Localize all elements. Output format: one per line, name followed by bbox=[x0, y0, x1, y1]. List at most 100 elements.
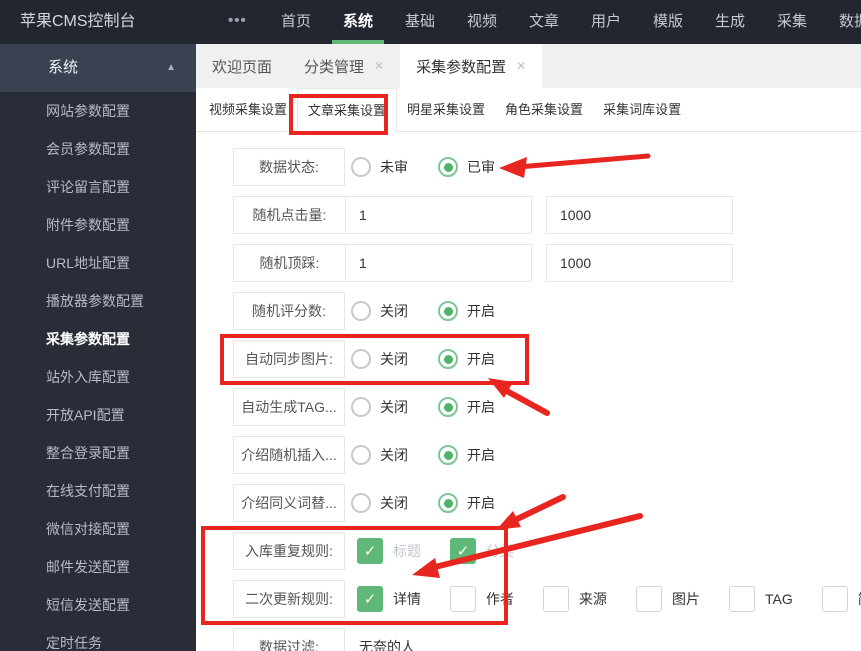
options: 无奈的人 bbox=[351, 637, 415, 651]
app-title: 苹果CMS控制台 bbox=[20, 13, 136, 30]
radio-checked-icon[interactable] bbox=[438, 157, 458, 177]
checkbox-checked-icon[interactable]: ✓ bbox=[357, 586, 383, 612]
sidebar-item-7[interactable]: 站外入库配置 bbox=[0, 358, 196, 396]
checkbox-checked-icon[interactable]: ✓ bbox=[357, 538, 383, 564]
checkbox-option[interactable]: ✓ 分类 bbox=[450, 538, 514, 564]
radio-checked-icon[interactable] bbox=[438, 349, 458, 369]
radio-dot bbox=[357, 499, 366, 508]
radio-option[interactable]: 开启 bbox=[438, 493, 495, 513]
close-icon[interactable]: ✕ bbox=[374, 59, 384, 73]
radio-checked-icon[interactable] bbox=[438, 301, 458, 321]
radio-checked-icon[interactable] bbox=[438, 493, 458, 513]
top-navigation: 首页系统基础视频文章用户模版生成采集数据 bbox=[280, 0, 861, 44]
options: 关闭 开启 bbox=[351, 349, 525, 369]
nav-item-2[interactable]: 基础 bbox=[404, 0, 436, 44]
text-input[interactable] bbox=[546, 244, 733, 282]
checkbox-label: 标题 bbox=[393, 543, 421, 559]
nav-item-0[interactable]: 首页 bbox=[280, 0, 312, 44]
subtab-2[interactable]: 明星采集设置 bbox=[397, 88, 495, 131]
checkbox-option[interactable]: 图片 bbox=[636, 586, 700, 612]
checkbox-option[interactable]: 来源 bbox=[543, 586, 607, 612]
sidebar-item-12[interactable]: 邮件发送配置 bbox=[0, 548, 196, 586]
checkbox-unchecked-icon[interactable] bbox=[821, 586, 848, 612]
nav-item-5[interactable]: 用户 bbox=[590, 0, 622, 44]
text-input[interactable] bbox=[346, 246, 531, 280]
radio-option[interactable]: 未审 bbox=[351, 157, 408, 177]
nav-item-3[interactable]: 视频 bbox=[466, 0, 498, 44]
radio-unchecked-icon[interactable] bbox=[351, 493, 371, 513]
radio-checked-icon[interactable] bbox=[438, 397, 458, 417]
radio-unchecked-icon[interactable] bbox=[351, 397, 371, 417]
subtab-3[interactable]: 角色采集设置 bbox=[495, 88, 593, 131]
sidebar-item-0[interactable]: 网站参数配置 bbox=[0, 92, 196, 130]
radio-dot bbox=[443, 450, 453, 460]
radio-option[interactable]: 开启 bbox=[438, 397, 495, 417]
checkbox-unchecked-icon[interactable] bbox=[729, 586, 755, 612]
row-label: 二次更新规则: bbox=[233, 580, 345, 618]
menu-ellipsis-icon[interactable]: ••• bbox=[228, 0, 247, 42]
tab-0[interactable]: 欢迎页面 bbox=[196, 44, 288, 88]
sidebar-item-13[interactable]: 短信发送配置 bbox=[0, 586, 196, 624]
radio-label: 未审 bbox=[380, 159, 408, 175]
tab-2[interactable]: 采集参数配置 ✕ bbox=[400, 44, 543, 88]
checkbox-unchecked-icon[interactable] bbox=[636, 586, 662, 612]
checkbox-unchecked-icon[interactable] bbox=[450, 586, 476, 612]
close-icon[interactable]: ✕ bbox=[516, 59, 526, 73]
radio-checked-icon[interactable] bbox=[438, 445, 458, 465]
nav-item-8[interactable]: 采集 bbox=[776, 0, 808, 44]
checkbox-option[interactable]: 作者 bbox=[450, 586, 514, 612]
radio-label: 开启 bbox=[467, 447, 495, 463]
tab-1[interactable]: 分类管理 ✕ bbox=[288, 44, 400, 88]
sidebar-item-8[interactable]: 开放API配置 bbox=[0, 396, 196, 434]
radio-label: 关闭 bbox=[380, 303, 408, 319]
checkbox-label: 详情 bbox=[393, 591, 421, 607]
radio-option[interactable]: 开启 bbox=[438, 301, 495, 321]
form-row: 随机点击量: bbox=[233, 196, 861, 234]
nav-item-4[interactable]: 文章 bbox=[528, 0, 560, 44]
text-input[interactable] bbox=[346, 198, 531, 232]
sidebar-item-9[interactable]: 整合登录配置 bbox=[0, 434, 196, 472]
radio-option[interactable]: 关闭 bbox=[351, 445, 408, 465]
sidebar-item-4[interactable]: URL地址配置 bbox=[0, 244, 196, 282]
checkbox-option[interactable]: ✓ 详情 bbox=[357, 586, 421, 612]
subtab-1[interactable]: 文章采集设置 bbox=[297, 88, 398, 132]
radio-option[interactable]: 关闭 bbox=[351, 301, 408, 321]
form-row: 自动生成TAG... 关闭 开启 bbox=[233, 388, 861, 426]
sidebar-item-6[interactable]: 采集参数配置 bbox=[0, 320, 196, 358]
options: 关闭 开启 bbox=[351, 301, 525, 321]
radio-option[interactable]: 关闭 bbox=[351, 493, 408, 513]
radio-option[interactable]: 开启 bbox=[438, 445, 495, 465]
checkbox-unchecked-icon[interactable] bbox=[543, 586, 569, 612]
nav-item-6[interactable]: 模版 bbox=[652, 0, 684, 44]
radio-unchecked-icon[interactable] bbox=[351, 445, 371, 465]
sidebar-item-5[interactable]: 播放器参数配置 bbox=[0, 282, 196, 320]
sidebar-item-3[interactable]: 附件参数配置 bbox=[0, 206, 196, 244]
sidebar-group-header[interactable]: 系统 ▲ bbox=[0, 44, 196, 92]
checkbox-checked-icon[interactable]: ✓ bbox=[450, 538, 476, 564]
checkbox-option[interactable]: TAG bbox=[729, 586, 793, 612]
nav-item-1[interactable]: 系统 bbox=[332, 0, 384, 44]
radio-option[interactable]: 开启 bbox=[438, 349, 495, 369]
radio-option[interactable]: 关闭 bbox=[351, 349, 408, 369]
nav-item-9[interactable]: 数据 bbox=[838, 0, 861, 44]
sidebar-item-2[interactable]: 评论留言配置 bbox=[0, 168, 196, 206]
collapse-arrow-icon[interactable]: ▲ bbox=[166, 44, 176, 92]
text-input[interactable] bbox=[546, 196, 733, 234]
sidebar-item-14[interactable]: 定时任务 bbox=[0, 624, 196, 651]
sidebar-item-11[interactable]: 微信对接配置 bbox=[0, 510, 196, 548]
radio-option[interactable]: 关闭 bbox=[351, 397, 408, 417]
form-row: 数据过滤: 无奈的人 bbox=[233, 628, 861, 651]
checkbox-option[interactable]: 简介 bbox=[821, 586, 861, 612]
options: 关闭 开启 bbox=[351, 493, 525, 513]
radio-unchecked-icon[interactable] bbox=[351, 349, 371, 369]
radio-option[interactable]: 已审 bbox=[438, 157, 495, 177]
radio-dot bbox=[443, 498, 453, 508]
checkbox-option[interactable]: ✓ 标题 bbox=[357, 538, 421, 564]
subtab-0[interactable]: 视频采集设置 bbox=[199, 88, 297, 131]
radio-unchecked-icon[interactable] bbox=[351, 157, 371, 177]
subtab-4[interactable]: 采集词库设置 bbox=[593, 88, 691, 131]
sidebar-item-10[interactable]: 在线支付配置 bbox=[0, 472, 196, 510]
nav-item-7[interactable]: 生成 bbox=[714, 0, 746, 44]
radio-unchecked-icon[interactable] bbox=[351, 301, 371, 321]
sidebar-item-1[interactable]: 会员参数配置 bbox=[0, 130, 196, 168]
